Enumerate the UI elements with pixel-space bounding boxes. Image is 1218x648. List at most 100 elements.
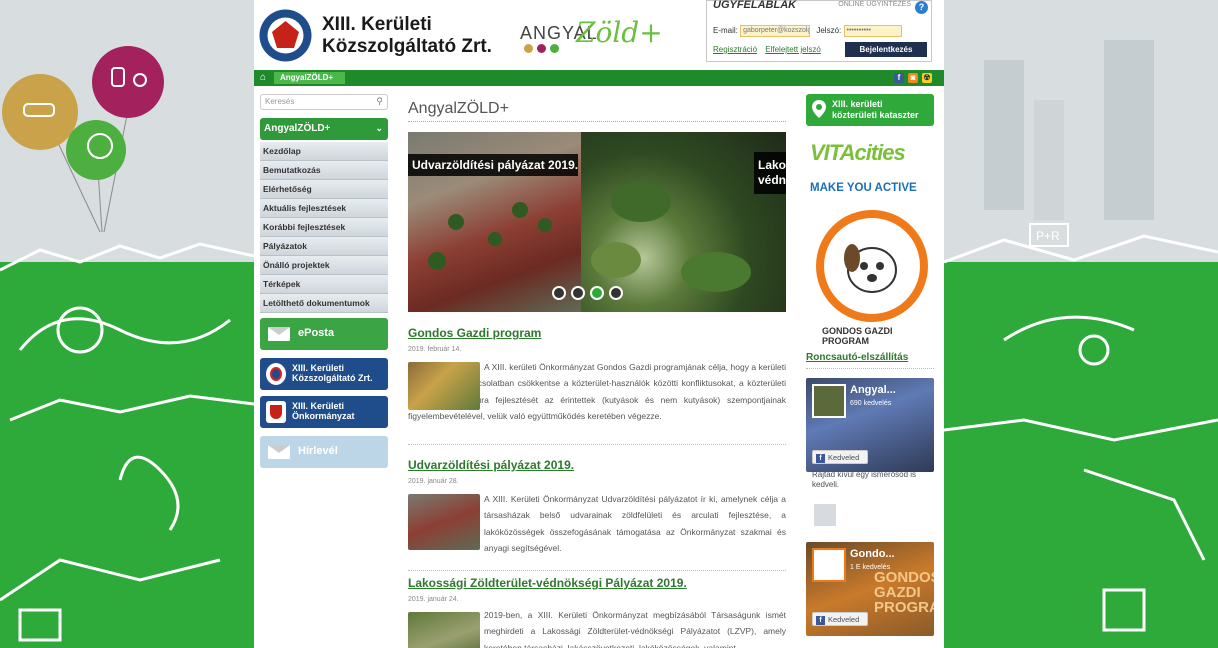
slide-caption[interactable]: Udvarzöldítési pályázat 2019.	[408, 154, 578, 176]
online-service-label: ONLINE ÜGYINTÉZÉS	[838, 1, 911, 8]
onkormanyzat-button[interactable]: XIII. Kerületi Önkormányzat	[260, 396, 388, 428]
gondos-gazdi-banner[interactable]: GONDOS GAZDI PROGRAM	[806, 206, 934, 346]
search-placeholder: Keresés	[265, 97, 295, 106]
facebook-page-name[interactable]: Gondo...	[850, 548, 895, 560]
sidebar-item-elerhetoseg[interactable]: Elérhetőség	[260, 180, 388, 199]
vitacities-banner[interactable]: VITAcities MAKE YOU ACTIVE	[806, 134, 934, 200]
email-label: E-mail:	[713, 26, 738, 36]
slider-dot[interactable]	[571, 286, 585, 300]
kozszolgaltato-line1: XIII. Kerületi	[292, 363, 345, 373]
email-field[interactable]: gaborpeter@kozszolg	[740, 25, 811, 37]
rss-icon[interactable]: ◙	[908, 73, 918, 83]
vitacities-tagline: MAKE YOU ACTIVE	[810, 182, 917, 194]
eposta-button[interactable]: ePosta	[260, 318, 388, 350]
facebook-like-button[interactable]: f Kedveled	[812, 450, 868, 464]
home-icon[interactable]: ⌂	[260, 72, 266, 83]
page-container: XIII. Kerületi Közszolgáltató Zrt. ANGYA…	[254, 0, 944, 648]
post-date: 2019. február 14.	[408, 346, 462, 353]
breadcrumb-current[interactable]: AngyalZÖLD+	[274, 72, 346, 84]
sidebar-item-palyazatok[interactable]: Pályázatok	[260, 237, 388, 256]
sidebar-item-onallo-projektek[interactable]: Önálló projektek	[260, 256, 388, 275]
facebook-like-count: 1 E kedvelés	[850, 564, 891, 571]
sidebar-item-kezdolap[interactable]: Kezdőlap	[260, 142, 388, 161]
right-sidebar: XIII. kerületi közterületi kataszter VIT…	[804, 86, 934, 648]
divider	[806, 368, 934, 369]
roncsauto-link[interactable]: Roncsautó-elszállítás	[806, 352, 908, 363]
post-thumbnail[interactable]	[408, 494, 480, 550]
onkormanyzat-line2: Önkormányzat	[292, 411, 355, 421]
slider-dot[interactable]	[552, 286, 566, 300]
divider	[408, 121, 786, 122]
facebook-like-count: 690 kedvelés	[850, 400, 892, 407]
slider-pagination	[552, 286, 628, 303]
search-input[interactable]: Keresés ⚲	[260, 94, 388, 110]
onkormanyzat-label: XIII. Kerületi Önkormányzat	[292, 401, 355, 421]
sidebar-item-bemutatkozas[interactable]: Bemutatkozás	[260, 161, 388, 180]
sidebar-item-terkepek[interactable]: Térképek	[260, 275, 388, 294]
facebook-page-widget[interactable]: GONDOS GAZDI PROGRAM Gondo... 1 E kedvel…	[806, 542, 934, 636]
coat-of-arms-icon	[266, 401, 286, 423]
post-title-link[interactable]: Udvarzöldítési pályázat 2019.	[408, 458, 786, 472]
sidebar-item-aktualis-fejlesztesek[interactable]: Aktuális fejlesztések	[260, 199, 388, 218]
login-fields: E-mail: gaborpeter@kozszolg Jelszó: ••••…	[713, 25, 902, 37]
news-post: Lakossági Zöldterület-védnökségi Pályáza…	[408, 576, 786, 648]
dog-logo-icon	[816, 210, 928, 322]
radiation-alert-icon[interactable]: ☢	[922, 73, 932, 83]
facebook-icon: f	[816, 615, 825, 625]
angyalzold-logo[interactable]: ANGYAL Zöld+	[520, 16, 670, 64]
search-icon[interactable]: ⚲	[376, 96, 383, 107]
page-title: AngyalZÖLD+	[408, 100, 509, 117]
kozszolgaltato-button[interactable]: XIII. Kerületi Közszolgáltató Zrt.	[260, 358, 388, 390]
facebook-page-avatar[interactable]	[812, 384, 846, 418]
divider	[408, 570, 786, 571]
brand-name-line2: Közszolgáltató Zrt.	[322, 36, 492, 57]
login-links: Regisztráció Elfelejtett jelszó	[713, 45, 827, 54]
post-title-link[interactable]: Gondos Gazdi program	[408, 326, 786, 340]
facebook-like-button[interactable]: f Kedveled	[812, 612, 868, 626]
slider-dot[interactable]	[609, 286, 623, 300]
company-logo-icon[interactable]	[258, 8, 313, 63]
gondos-gazdi-label: GONDOS GAZDI PROGRAM	[822, 326, 893, 346]
company-logo-icon	[266, 363, 286, 385]
friend-avatar[interactable]	[814, 504, 836, 526]
facebook-page-avatar[interactable]	[812, 548, 846, 582]
slide-caption-next[interactable]: Lako védn	[754, 152, 786, 194]
facebook-page-widget[interactable]: Angyal... 690 kedvelés f Kedveled	[806, 378, 934, 472]
newsletter-label: Hírlevél	[298, 445, 338, 457]
envelope-icon	[268, 327, 290, 341]
image-slider[interactable]: Udvarzöldítési pályázat 2019. Lako védn	[408, 132, 786, 312]
zold-logo-text: Zöld+	[576, 16, 663, 49]
facebook-cover-text: GONDOS GAZDI PROGRAM	[874, 570, 934, 615]
menu-header-label: AngyalZÖLD+	[264, 123, 331, 134]
kataszter-button[interactable]: XIII. kerületi közterületi kataszter	[806, 94, 934, 126]
sidebar-item-letoltheto-dokumentumok[interactable]: Letölthető dokumentumok	[260, 294, 388, 313]
facebook-page-name[interactable]: Angyal...	[850, 384, 896, 396]
eposta-label: ePosta	[298, 327, 335, 339]
divider	[408, 444, 786, 445]
post-thumbnail[interactable]	[408, 612, 480, 648]
post-title-link[interactable]: Lakossági Zöldterület-védnökségi Pályáza…	[408, 576, 786, 590]
onkormanyzat-line1: XIII. Kerületi	[292, 401, 345, 411]
news-post: Udvarzöldítési pályázat 2019. 2019. janu…	[408, 458, 786, 571]
kataszter-label: XIII. kerületi közterületi kataszter	[832, 99, 919, 121]
background-illustration-left	[0, 0, 254, 648]
facebook-like-label: Kedveled	[828, 615, 860, 624]
login-box: ÜGYFÉLABLAK ONLINE ÜGYINTÉZÉS ? E-mail: …	[706, 0, 932, 62]
login-button[interactable]: Bejelentkezés	[845, 42, 927, 57]
forgot-password-link[interactable]: Elfelejtett jelszó	[765, 45, 821, 54]
post-thumbnail[interactable]	[408, 362, 480, 410]
breadcrumb-bar: ⌂ AngyalZÖLD+ f ◙ ☢	[254, 70, 944, 86]
menu-header[interactable]: AngyalZÖLD+ ⌄	[260, 118, 388, 140]
sidebar-menu: Kezdőlap Bemutatkozás Elérhetőség Aktuál…	[260, 142, 388, 313]
city-park-illustration	[0, 46, 254, 642]
facebook-icon[interactable]: f	[894, 73, 904, 83]
password-field[interactable]: ••••••••••	[843, 25, 902, 37]
map-pin-icon	[812, 100, 826, 118]
main-content: AngyalZÖLD+ Udvarzöldítési pályázat 2019…	[402, 86, 786, 648]
svg-text:P+R: P+R	[1036, 229, 1060, 243]
newsletter-button[interactable]: Hírlevél	[260, 436, 388, 468]
slider-dot-active[interactable]	[590, 286, 604, 300]
help-icon[interactable]: ?	[915, 1, 928, 14]
register-link[interactable]: Regisztráció	[713, 45, 757, 54]
sidebar-item-korabbi-fejlesztesek[interactable]: Korábbi fejlesztések	[260, 218, 388, 237]
